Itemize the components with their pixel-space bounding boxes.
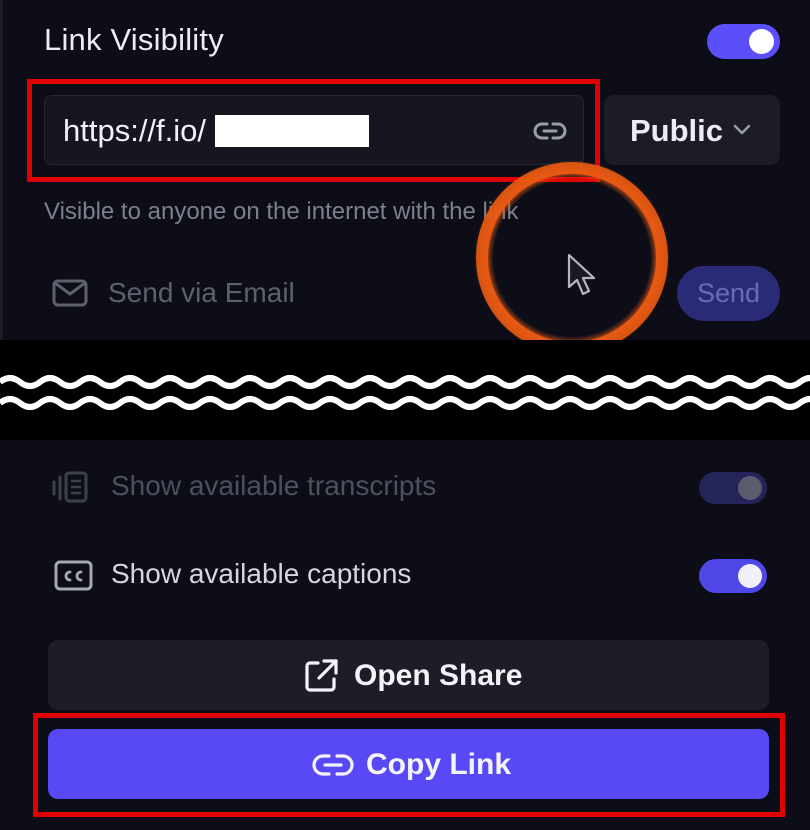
mouse-cursor-icon	[567, 253, 596, 296]
link-visibility-toggle[interactable]	[707, 24, 780, 59]
transcript-icon	[52, 471, 88, 503]
open-share-button[interactable]: Open Share	[48, 640, 769, 710]
toggle-knob	[738, 564, 762, 588]
cc-icon	[54, 560, 93, 591]
send-via-email-label: Send via Email	[108, 277, 295, 308]
section-break	[0, 340, 810, 440]
external-link-icon	[305, 659, 338, 692]
visibility-hint: Visible to anyone on the internet with t…	[44, 198, 519, 225]
send-button[interactable]: Send	[677, 266, 780, 321]
mail-icon	[52, 279, 88, 307]
url-highlight-box	[27, 79, 600, 182]
panel-title: Link Visibility	[44, 22, 224, 57]
copy-link-highlight-box	[33, 713, 785, 817]
toggle-knob	[749, 29, 774, 54]
show-transcripts-label: Show available transcripts	[111, 470, 437, 501]
show-captions-label: Show available captions	[111, 558, 412, 589]
visibility-select[interactable]: Public	[604, 95, 780, 165]
toggle-knob	[738, 476, 762, 500]
transcripts-toggle[interactable]	[699, 472, 767, 504]
visibility-selected: Public	[630, 113, 724, 148]
link-visibility-panel: Link Visibility https://f.io/ Public Vis…	[0, 0, 810, 830]
chevron-down-icon	[733, 124, 751, 135]
captions-toggle[interactable]	[699, 559, 767, 593]
open-share-label: Open Share	[354, 659, 523, 692]
